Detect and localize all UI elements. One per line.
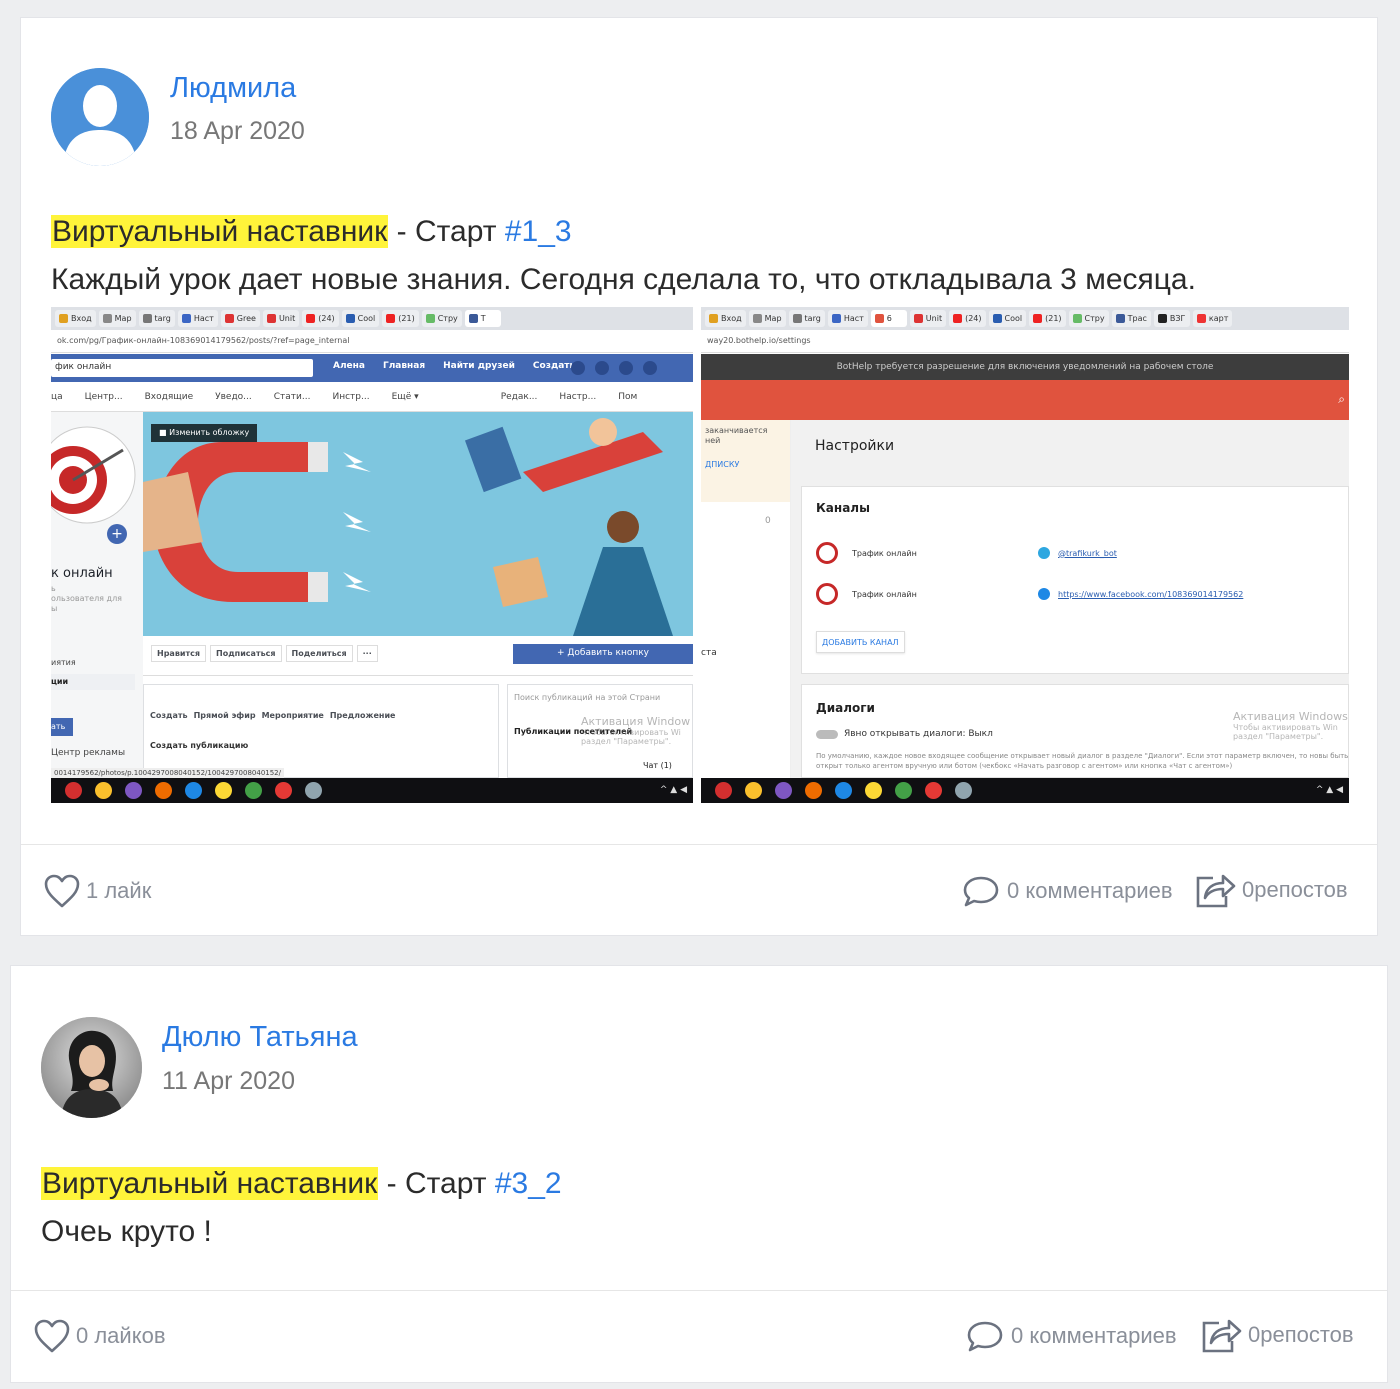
repost-button[interactable]: 0репостов [1199,1315,1354,1355]
windows-activation-watermark: Активация Windows Чтобы активировать Win… [1233,710,1348,741]
fb-action-bar: Нравится Подписаться Поделиться ··· + До… [143,636,693,676]
fb-cover-image: ■ Изменить обложку [143,412,693,636]
channel-logo-icon [816,583,838,605]
highlighted-text: Виртуальный наставник [41,1167,379,1200]
browser-url-bar: way20.bothelp.io/settings [701,330,1349,353]
title-separator: - Старт [388,215,505,248]
comments-button[interactable]: 0 комментариев [965,1318,1177,1354]
like-button[interactable]: 1 лайк [43,873,151,909]
add-channel-button: ДОБАВИТЬ КАНАЛ [816,631,905,653]
highlighted-text: Виртуальный наставник [51,215,389,248]
like-button[interactable]: 0 лайков [33,1318,166,1354]
heart-icon [44,874,80,908]
attachment-image-facebook[interactable]: Вход Map targ Наст Gree Unit (24) Cool (… [51,307,693,803]
fb-left-column: + к онлайн ь ользователя для ы иятия ции… [51,412,143,778]
post-card: Дюлю Татьяна 11 Apr 2020 Виртуальный нас… [10,965,1388,1383]
post-card: Людмила 18 Apr 2020 Виртуальный наставни… [20,17,1378,936]
footer-divider [11,1290,1387,1291]
share-icon [1202,1319,1242,1353]
windows-activation-watermark: Активация Window Чтобы активировать Wi р… [581,715,691,746]
notification-banner: BotHelp требуется разрешение для включен… [701,354,1349,380]
target-logo-icon [51,426,136,524]
post-date: 18 Apr 2020 [170,117,305,145]
bothelp-header: ⌕ [701,380,1349,420]
windows-taskbar: ^ ▲ ◀ [701,778,1349,803]
add-button: + Добавить кнопку [513,644,693,664]
fb-search-input: фик онлайн [51,359,313,377]
footer-divider [21,844,1377,845]
title-separator: - Старт [378,1167,495,1200]
heart-icon [34,1319,70,1353]
comment-icon [963,876,999,907]
comment-icon [967,1321,1003,1352]
fb-top-nav: фик онлайн Алена Главная Найти друзей Со… [51,354,693,382]
fb-page-sub: ь ользователя для ы [51,584,122,613]
post-title-line: Виртуальный наставник - Старт #3_2 [41,1167,562,1201]
avatar[interactable] [51,68,149,166]
repost-button[interactable]: 0репостов [1193,870,1348,910]
user-silhouette-icon [51,68,149,166]
messenger-icon [1038,588,1050,600]
post-text: Каждый урок дает новые знания. Сегодня с… [51,263,1196,296]
windows-taskbar: ^ ▲ ◀ [51,778,693,803]
settings-title: Настройки [815,438,895,454]
fb-page-name: к онлайн [51,566,113,581]
add-photo-icon: + [107,524,127,544]
comments-button[interactable]: 0 комментариев [961,873,1173,909]
hashtag-link[interactable]: #3_2 [495,1167,562,1200]
share-icon [1196,874,1236,908]
hashtag-link[interactable]: #1_3 [505,215,572,248]
attachment-image-bothelp[interactable]: Вход Map targ Наст 6 Unit (24) Cool (21)… [701,307,1349,803]
post-date: 11 Apr 2020 [162,1067,295,1095]
settings-content: Настройки Каналы Трафик онлайн @trafikur… [791,420,1349,778]
fb-page-menu: ца Центр... Входящие Уведо... Стати... И… [51,382,693,412]
author-name[interactable]: Людмила [170,72,296,105]
change-cover-button: ■ Изменить обложку [151,424,258,442]
user-photo [41,1017,142,1118]
telegram-icon [1038,547,1050,559]
bothelp-sidebar: заканчивается ней ДПИСКУ 0 ста [701,420,791,778]
dialogs-toggle [816,729,838,739]
fb-create-box: Создать Прямой эфир Мероприятие Предложе… [143,684,499,778]
channel-logo-icon [816,542,838,564]
browser-tabs: Вход Map targ Наст Gree Unit (24) Cool (… [51,307,693,330]
browser-url-bar: ok.com/pg/График-онлайн-108369014179562/… [51,330,693,353]
author-name[interactable]: Дюлю Татьяна [162,1021,358,1054]
avatar[interactable] [41,1017,142,1118]
browser-tabs: Вход Map targ Наст 6 Unit (24) Cool (21)… [701,307,1349,330]
channels-panel: Каналы Трафик онлайн @trafikurk_bot Траф… [801,486,1349,674]
post-title-line: Виртуальный наставник - Старт #1_3 [51,215,572,249]
post-text: Очеь круто ! [41,1215,212,1248]
search-icon: ⌕ [1338,392,1345,406]
